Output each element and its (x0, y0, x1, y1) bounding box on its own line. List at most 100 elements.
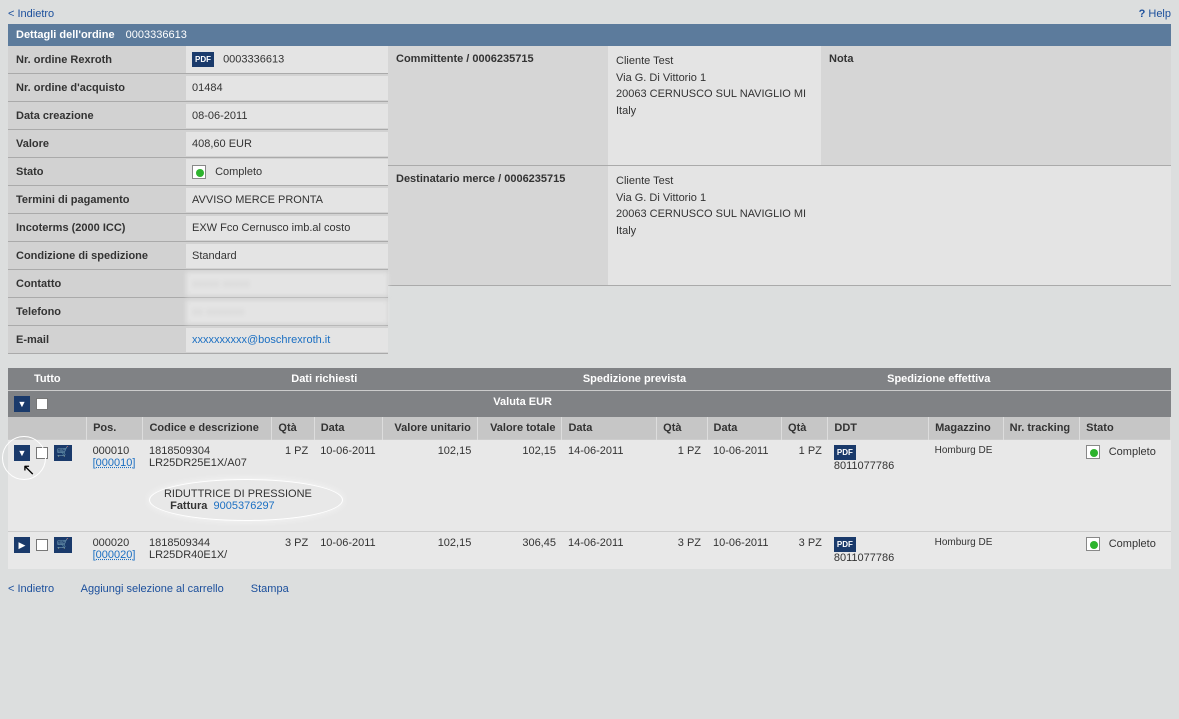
fattura-link[interactable]: 9005376297 (214, 500, 275, 512)
pos-sub-link[interactable]: [000020] (93, 549, 137, 561)
cell-qtaprev: 1 PZ (657, 440, 707, 478)
row-checkbox[interactable] (36, 447, 48, 459)
pos-sub-link[interactable]: [000010] (93, 457, 137, 469)
label-nr-acquisto: Nr. ordine d'acquisto (8, 76, 186, 100)
cell-data: 10-06-2011 (314, 440, 382, 478)
add-to-cart-link[interactable]: Aggiungi selezione al carrello (81, 583, 224, 595)
col-valunit: Valore unitario (383, 417, 478, 440)
value-condsped: Standard (186, 244, 388, 268)
cursor-icon: ↖ (22, 460, 35, 480)
cell-dataeff: 10-06-2011 (707, 532, 782, 570)
group-sped-eff: Spedizione effettiva (707, 368, 1170, 391)
label-data-creazione: Data creazione (8, 104, 186, 128)
page-title-bar: Dettagli dell'ordine 0003336613 (8, 24, 1171, 46)
cell-dataprev: 14-06-2011 (562, 440, 657, 478)
col-stato: Stato (1080, 417, 1171, 440)
nota-body (821, 166, 1171, 285)
col-qta: Qtà (272, 417, 314, 440)
nota-header: Nota (821, 46, 1171, 165)
back-link-bottom[interactable]: < Indietro (8, 583, 54, 595)
cell-data: 10-06-2011 (314, 532, 382, 570)
status-dot-icon (1086, 445, 1100, 459)
label-termini: Termini di pagamento (8, 188, 186, 212)
value-stato: Completo (186, 159, 388, 185)
col-data: Data (314, 417, 382, 440)
destinatario-body: Cliente Test Via G. Di Vittorio 1 20063 … (608, 166, 821, 285)
value-termini: AVVISO MERCE PRONTA (186, 188, 388, 212)
cart-icon[interactable]: 🛒 (54, 445, 72, 461)
group-sped-prev: Spedizione prevista (562, 368, 707, 391)
label-condsped: Condizione di spedizione (8, 244, 186, 268)
cell-dataprev: 14-06-2011 (562, 532, 657, 570)
label-stato: Stato (8, 160, 186, 184)
row-detail: RIDUTTRICE DI PRESSIONE Fattura 90053762… (8, 477, 1171, 532)
cell-qtaprev: 3 PZ (657, 532, 707, 570)
select-all-checkbox[interactable] (36, 398, 48, 410)
col-dataeff: Data (707, 417, 782, 440)
col-codice: Codice e descrizione (143, 417, 272, 440)
expand-row-button[interactable]: ▼ (14, 445, 30, 461)
col-ddt: DDT (828, 417, 929, 440)
pdf-icon[interactable]: PDF (834, 537, 856, 552)
label-nr-rexroth: Nr. ordine Rexroth (8, 48, 186, 72)
page-title: Dettagli dell'ordine (16, 29, 115, 41)
label-valore: Valore (8, 132, 186, 156)
destinatario-addr3: Italy (616, 223, 813, 240)
table-row: ▼ 🛒 ↖ 000010 [000010] 1818509304 LR25DR2… (8, 440, 1171, 478)
cell-valtot: 306,45 (477, 532, 562, 570)
cell-magazzino: Homburg DE (929, 532, 1004, 570)
value-data-creazione: 08-06-2011 (186, 104, 388, 128)
value-contatto: xxxxx xxxxx (186, 272, 388, 296)
destinatario-header: Destinatario merce / 0006235715 (388, 166, 608, 285)
cart-icon[interactable]: 🛒 (54, 537, 72, 553)
detail-desc: RIDUTTRICE DI PRESSIONE (164, 488, 312, 500)
committente-addr3: Italy (616, 103, 813, 120)
pdf-icon[interactable]: PDF (834, 445, 856, 460)
col-tracking: Nr. tracking (1003, 417, 1080, 440)
destinatario-addr2: 20063 CERNUSCO SUL NAVIGLIO MI (616, 206, 813, 223)
label-email: E-mail (8, 328, 186, 352)
col-pos: Pos. (87, 417, 143, 440)
committente-addr2: 20063 CERNUSCO SUL NAVIGLIO MI (616, 86, 813, 103)
order-detail-panel: Nr. ordine Rexroth PDF 0003336613 Nr. or… (8, 46, 388, 354)
label-telefono: Telefono (8, 300, 186, 324)
row-checkbox[interactable] (36, 539, 48, 551)
cell-tracking (1003, 532, 1080, 570)
cell-magazzino: Homburg DE (929, 440, 1004, 478)
currency-label: Valuta EUR (87, 391, 562, 418)
status-dot-icon (1086, 537, 1100, 551)
value-incoterms: EXW Fco Cernusco imb.al costo (186, 216, 388, 240)
pdf-icon[interactable]: PDF (192, 52, 214, 67)
cell-ddt: PDF 8011077786 (828, 440, 929, 478)
cell-pos: 000020 [000020] (87, 532, 143, 570)
committente-header: Committente / 0006235715 (388, 46, 608, 165)
cell-qtaeff: 3 PZ (782, 532, 828, 570)
cell-valunit: 102,15 (383, 440, 478, 478)
value-telefono: xx xxxxxxx (186, 300, 388, 324)
cell-ddt: PDF 8011077786 (828, 532, 929, 570)
bottom-links: < Indietro Aggiungi selezione al carrell… (8, 583, 1171, 595)
group-tutto: Tutto (8, 368, 87, 391)
nr-rexroth-text: 0003336613 (223, 53, 284, 65)
cell-stato: Completo (1080, 440, 1171, 478)
value-nr-acquisto: 01484 (186, 76, 388, 100)
col-qtaprev: Qtà (657, 417, 707, 440)
expand-row-button[interactable]: ▶ (14, 537, 30, 553)
print-link[interactable]: Stampa (251, 583, 289, 595)
line-items-table: Tutto Dati richiesti Spedizione prevista… (8, 368, 1171, 569)
cell-pos: 000010 [000010] (87, 440, 143, 478)
value-valore: 408,60 EUR (186, 132, 388, 156)
expand-all-button[interactable]: ▼ (14, 396, 30, 412)
back-link-top[interactable]: < Indietro (8, 8, 54, 20)
help-link[interactable]: Help (1139, 8, 1171, 20)
group-dati: Dati richiesti (87, 368, 562, 391)
page-title-ordernum: 0003336613 (126, 29, 187, 41)
destinatario-addr1: Via G. Di Vittorio 1 (616, 190, 813, 207)
committente-addr1: Via G. Di Vittorio 1 (616, 70, 813, 87)
cell-qta: 1 PZ (272, 440, 314, 478)
email-link[interactable]: xxxxxxxxxx@boschrexroth.it (192, 334, 330, 346)
stato-text: Completo (215, 165, 262, 177)
committente-name: Cliente Test (616, 53, 813, 70)
value-email[interactable]: xxxxxxxxxx@boschrexroth.it (186, 328, 388, 352)
cell-qtaeff: 1 PZ (782, 440, 828, 478)
